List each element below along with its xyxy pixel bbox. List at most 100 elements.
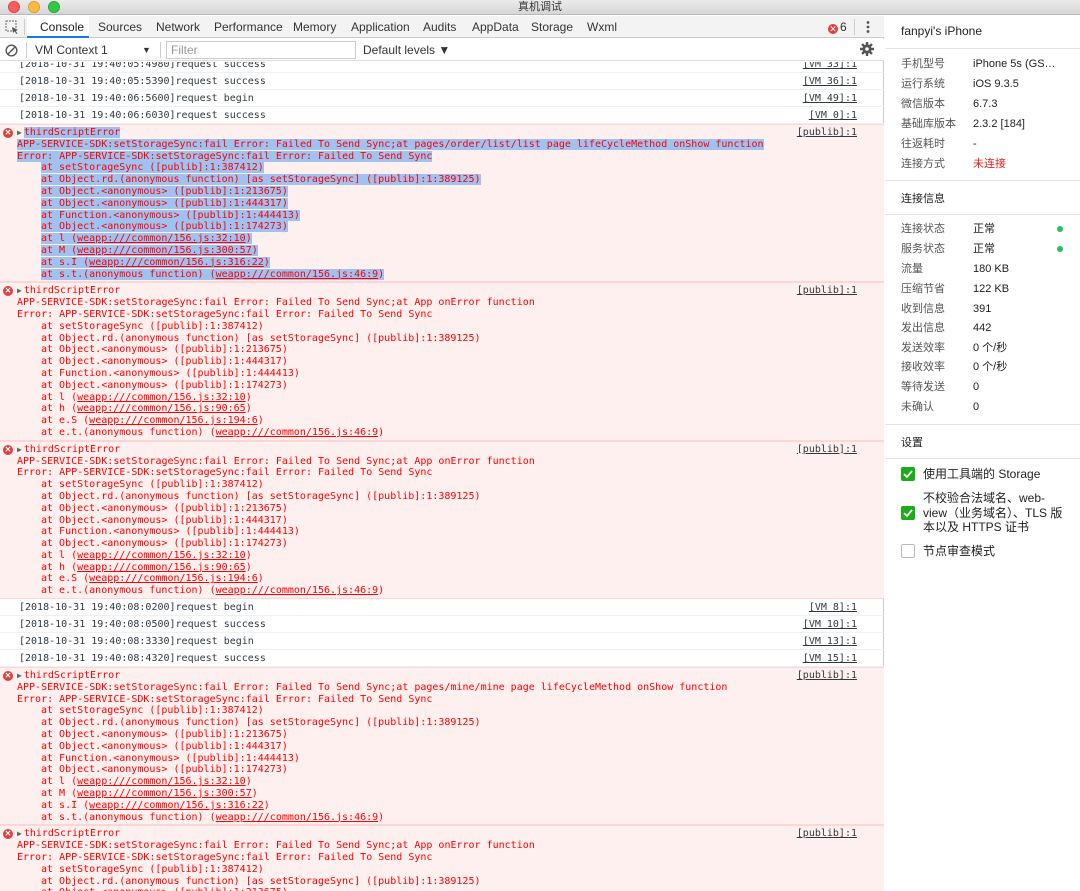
stack-line: at Object.<anonymous> ([publib]:1:213675… (0, 503, 884, 515)
node-inspect-checkbox[interactable] (901, 544, 915, 558)
connection-mode-value: 未连接 (973, 158, 1006, 170)
close-window-button[interactable] (8, 1, 20, 13)
log-text: [2018-10-31 19:40:06:6030]request succes… (19, 110, 266, 121)
node-inspect-label[interactable]: 节点审查模式 (923, 544, 1063, 559)
conn-row: 等待发送 0 (901, 377, 1076, 397)
tab-memory[interactable]: Memory (293, 16, 336, 38)
log-source-link[interactable]: [VM 33]:1 (803, 62, 857, 72)
tab-console[interactable]: Console (27, 16, 89, 38)
error-counter[interactable]: ✕ 6 (828, 16, 847, 38)
stack-line: at h (weapp:///common/156.js:90:65) (0, 403, 884, 415)
conn-value: 0 个/秒 (973, 361, 1008, 373)
error-source-link[interactable]: [publib]:1 (797, 444, 857, 456)
more-options-icon[interactable] (862, 19, 874, 35)
filter-input[interactable] (166, 41, 356, 59)
tab-application[interactable]: Application (351, 16, 410, 38)
stack-source-link[interactable]: weapp:///common/156.js:90:65 (77, 403, 246, 414)
stack-line: at Object.<anonymous> ([publib]:1:213675… (0, 887, 884, 891)
log-source-link[interactable]: [VM 49]:1 (803, 90, 857, 106)
stack-line-text: at Object.rd.(anonymous function) [as se… (41, 717, 481, 729)
log-row: [2018-10-31 19:40:08:3330]request begin [… (0, 633, 884, 651)
error-header[interactable]: ▶ thirdScriptError (0, 127, 884, 139)
error-source-link[interactable]: [publib]:1 (797, 670, 857, 682)
stack-line-text: at setStorageSync ([publib]:1:387412) (41, 479, 264, 491)
error-header[interactable]: ▶ thirdScriptError (0, 444, 884, 456)
gear-icon[interactable] (860, 42, 874, 56)
log-source-link[interactable]: [VM 36]:1 (803, 73, 857, 89)
stack-line-text: at Object.<anonymous> ([publib]:1:444317… (41, 740, 288, 752)
use-tool-storage-checkbox[interactable] (901, 467, 915, 481)
error-source-link[interactable]: [publib]:1 (797, 285, 857, 297)
expand-triangle-icon[interactable]: ▶ (17, 444, 22, 456)
log-levels-dropdown[interactable]: Default levels ▼ (363, 39, 450, 61)
minimize-window-button[interactable] (28, 1, 40, 13)
inspect-element-icon[interactable] (4, 19, 20, 35)
stack-source-link[interactable]: weapp:///common/156.js:46:9 (216, 812, 379, 823)
error-title: thirdScriptError (23, 670, 121, 682)
log-source-link[interactable]: [VM 8]:1 (809, 599, 857, 615)
skip-domain-check-checkbox[interactable] (901, 506, 915, 520)
error-header[interactable]: ▶ thirdScriptError (0, 670, 884, 682)
stack-source-link[interactable]: weapp:///common/156.js:32:10 (77, 233, 246, 244)
skip-domain-check-label[interactable]: 不校验合法域名、web-view（业务域名）、TLS 版本以及 HTTPS 证书 (923, 491, 1063, 535)
conn-value: 442 (973, 322, 992, 334)
conn-key: 服务状态 (901, 243, 945, 255)
stack-source-link[interactable]: weapp:///common/156.js:32:10 (77, 392, 246, 403)
error-source-link[interactable]: [publib]:1 (797, 127, 857, 139)
tab-sources[interactable]: Sources (98, 16, 142, 38)
conn-key: 连接状态 (901, 223, 945, 235)
stack-line-text: at setStorageSync ([publib]:1:387412) (41, 705, 264, 717)
error-header[interactable]: ▶ thirdScriptError (0, 828, 884, 840)
expand-triangle-icon[interactable]: ▶ (17, 828, 22, 840)
info-row: 运行系统 iOS 9.3.5 (901, 74, 1076, 94)
stack-source-link[interactable]: weapp:///common/156.js:46:9 (216, 427, 379, 438)
error-title: thirdScriptError (23, 285, 121, 297)
stack-source-link[interactable]: weapp:///common/156.js:32:10 (77, 550, 246, 561)
info-value: 2.3.2 [184] (973, 118, 1025, 130)
tab-storage[interactable]: Storage (531, 16, 573, 38)
stack-source-link[interactable]: weapp:///common/156.js:46:9 (216, 585, 379, 596)
stack-line-text: at setStorageSync ([publib]:1:387412) (41, 162, 264, 174)
console-output: [2018-10-31 19:40:05:4980]request succes… (0, 62, 884, 891)
zoom-window-button[interactable] (48, 1, 60, 13)
context-selector[interactable]: VM Context 1 (35, 39, 108, 61)
error-header[interactable]: ▶ thirdScriptError (0, 285, 884, 297)
stack-source-link[interactable]: weapp:///common/156.js:316:22 (89, 800, 264, 811)
tab-audits[interactable]: Audits (423, 16, 456, 38)
separator (26, 42, 27, 58)
stack-line: Error: APP-SERVICE-SDK:setStorageSync:fa… (0, 852, 884, 864)
stack-source-link[interactable]: weapp:///common/156.js:300:57 (77, 788, 252, 799)
stack-source-link[interactable]: weapp:///common/156.js:32:10 (77, 776, 246, 787)
log-source-link[interactable]: [VM 15]:1 (803, 650, 857, 666)
conn-row: 连接状态 正常 (901, 219, 1076, 239)
checkmark-icon (903, 470, 913, 479)
stack-source-link[interactable]: weapp:///common/156.js:194:6 (89, 573, 258, 584)
stack-source-link[interactable]: weapp:///common/156.js:316:22 (89, 257, 264, 268)
stack-source-link[interactable]: weapp:///common/156.js:194:6 (89, 415, 258, 426)
info-key: 运行系统 (901, 78, 945, 90)
tab-appdata[interactable]: AppData (472, 16, 519, 38)
chevron-down-icon[interactable]: ▼ (142, 39, 151, 61)
divider (885, 424, 1080, 425)
use-tool-storage-label[interactable]: 使用工具端的 Storage (923, 467, 1063, 482)
stack-source-link[interactable]: weapp:///common/156.js:90:65 (77, 562, 246, 573)
stack-source-link[interactable]: weapp:///common/156.js:46:9 (216, 269, 379, 280)
expand-triangle-icon[interactable]: ▶ (17, 127, 22, 139)
tab-wxml[interactable]: Wxml (587, 16, 617, 38)
tab-performance[interactable]: Performance (214, 16, 283, 38)
log-source-link[interactable]: [VM 0]:1 (809, 107, 857, 123)
expand-triangle-icon[interactable]: ▶ (17, 285, 22, 297)
expand-triangle-icon[interactable]: ▶ (17, 670, 22, 682)
log-source-link[interactable]: [VM 13]:1 (803, 633, 857, 649)
tab-network[interactable]: Network (156, 16, 200, 38)
error-source-link[interactable]: [publib]:1 (797, 828, 857, 840)
info-value: iPhone 5s (GS… (973, 58, 1056, 70)
log-source-link[interactable]: [VM 10]:1 (803, 616, 857, 632)
stack-line-text: at M (weapp:///common/156.js:300:57) (41, 788, 258, 800)
log-text: [2018-10-31 19:40:05:4980]request succes… (19, 62, 266, 70)
stack-line: at Object.rd.(anonymous function) [as se… (0, 876, 884, 888)
stack-line-text: APP-SERVICE-SDK:setStorageSync:fail Erro… (17, 297, 535, 309)
clear-console-icon[interactable] (5, 44, 18, 57)
stack-source-link[interactable]: weapp:///common/156.js:300:57 (77, 245, 252, 256)
error-stack: APP-SERVICE-SDK:setStorageSync:fail Erro… (0, 456, 884, 598)
